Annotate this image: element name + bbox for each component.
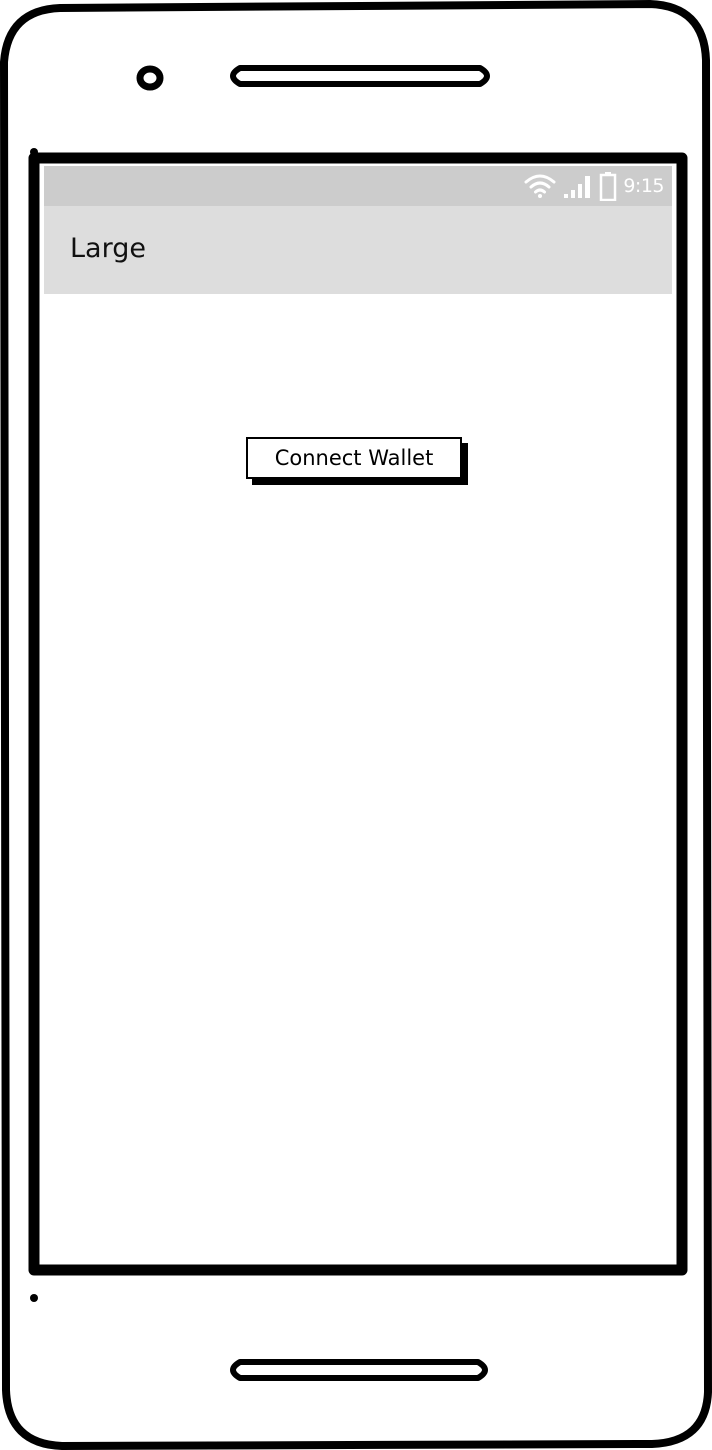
app-bar: Large: [44, 206, 672, 294]
connect-wallet-button-container: Connect Wallet: [246, 437, 470, 487]
battery-icon: [599, 171, 617, 201]
connect-wallet-button[interactable]: Connect Wallet: [246, 437, 462, 479]
status-icons: 9:15: [523, 170, 664, 202]
status-time: 9:15: [623, 175, 664, 197]
app-title: Large: [70, 233, 146, 264]
phone-mockup: 9:15 Large Connect Wallet: [0, 0, 712, 1450]
screen: 9:15 Large Connect Wallet: [44, 166, 672, 1258]
signal-icon: [563, 173, 593, 199]
wifi-icon: [523, 173, 557, 199]
status-bar: 9:15: [44, 166, 672, 206]
